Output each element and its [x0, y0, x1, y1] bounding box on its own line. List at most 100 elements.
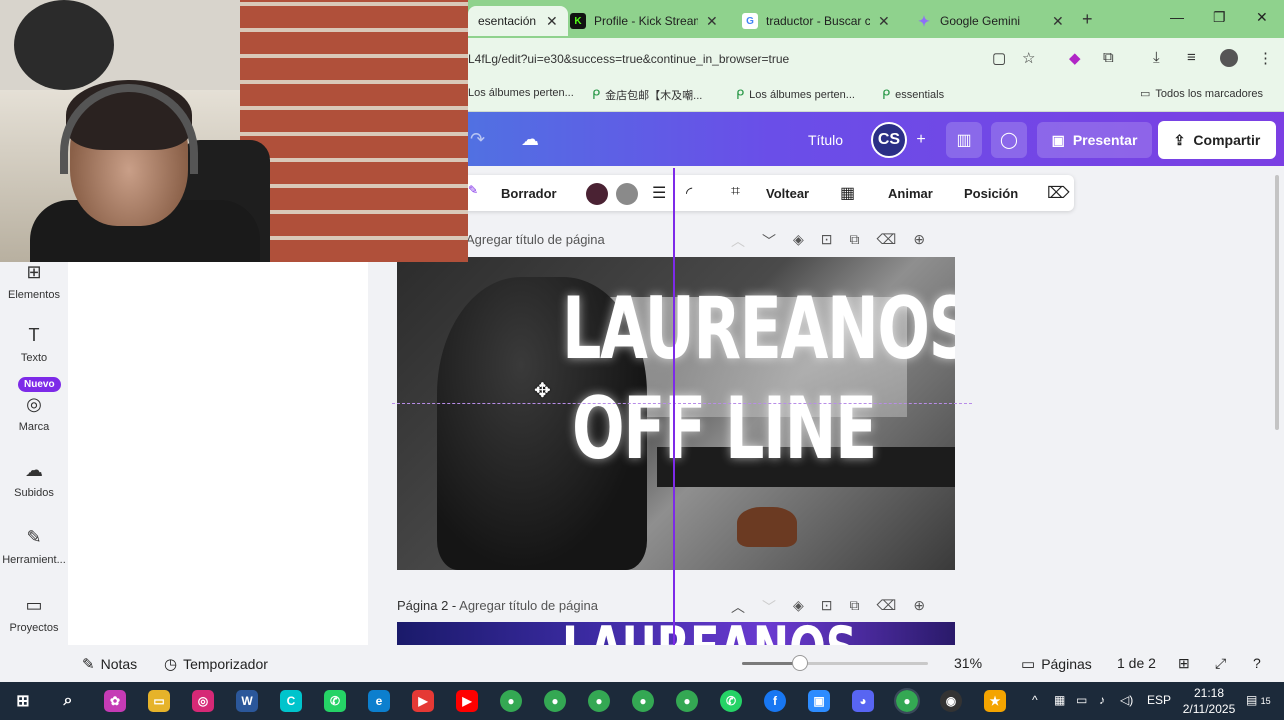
slide-subheading[interactable]: OFF LINE — [572, 379, 877, 479]
bookmark-item[interactable]: ᑭ 金店包邮【木及嘲... — [592, 87, 702, 103]
discord-icon[interactable]: ◕ — [852, 690, 874, 712]
chrome-icon[interactable]: ● — [544, 690, 566, 712]
obs-icon[interactable]: ◉ — [940, 690, 962, 712]
edge-icon[interactable]: e — [368, 690, 390, 712]
brush-icon[interactable]: ✎ — [468, 183, 478, 197]
duplicate-icon[interactable]: ⧉ — [850, 231, 860, 251]
corner-rounding-icon[interactable]: ◜ — [686, 183, 692, 203]
new-tab-button[interactable]: + — [1082, 9, 1093, 30]
sidebar-item-elements[interactable]: ⊞ Elementos — [0, 262, 68, 301]
copy-style-icon[interactable]: ⌦ — [1047, 183, 1070, 203]
chevron-up-icon[interactable]: ︿ — [731, 231, 745, 251]
share-button[interactable]: ⇪ Compartir — [1158, 121, 1276, 159]
add-page-icon[interactable]: ⊕ — [913, 231, 925, 251]
all-bookmarks[interactable]: ▭ Todos los marcadores — [1140, 87, 1263, 101]
add-collaborator-button[interactable]: + — [911, 122, 931, 158]
whatsapp-icon[interactable]: ✆ — [720, 690, 742, 712]
volume-icon[interactable]: ◁) — [1120, 693, 1133, 707]
slide-heading[interactable]: LAUREANOS — [562, 279, 955, 379]
profile-avatar[interactable] — [1220, 49, 1238, 67]
position-button[interactable]: Posición — [964, 186, 1018, 201]
tab-kick[interactable]: K Profile - Kick Streamin ✕ — [560, 6, 730, 36]
cloud-save-icon[interactable]: ☁ — [521, 129, 539, 150]
instagram-icon[interactable]: ◎ — [192, 690, 214, 712]
download-icon[interactable]: ⤓ — [1153, 49, 1160, 66]
flip-button[interactable]: Voltear — [766, 186, 809, 201]
extension-diamond-icon[interactable]: ◆ — [1069, 49, 1081, 67]
grid-view-icon[interactable]: ⊞ — [1178, 655, 1190, 672]
bookmark-item[interactable]: ᑭ Los álbumes perten... — [736, 87, 855, 103]
chrome-icon[interactable]: ● — [632, 690, 654, 712]
file-explorer-icon[interactable]: ▭ — [148, 690, 170, 712]
chrome-icon[interactable]: ● — [676, 690, 698, 712]
trash-icon[interactable]: ⌫ — [877, 597, 897, 617]
canva-app-icon[interactable]: C — [280, 690, 302, 712]
present-button[interactable]: ▣ Presentar — [1037, 122, 1152, 158]
tray-app-icon[interactable]: ▦ — [1054, 693, 1065, 707]
tab-google[interactable]: G traductor - Buscar co ✕ — [732, 6, 902, 36]
media-player-icon[interactable]: ▶ — [412, 690, 434, 712]
bookmark-item[interactable]: Los álbumes perten... — [468, 87, 574, 99]
phone-icon[interactable]: ✆ — [324, 690, 346, 712]
close-icon[interactable]: ✕ — [1052, 13, 1064, 30]
bookmark-item[interactable]: ᑭ essentials — [882, 87, 944, 103]
close-icon[interactable]: ✕ — [878, 13, 890, 30]
chrome-active-icon[interactable]: ● — [894, 688, 920, 714]
sidebar-item-brand[interactable]: ◎ Marca — [0, 394, 68, 433]
pages-button[interactable]: ▭ Páginas — [1021, 655, 1092, 673]
chevron-down-icon[interactable]: ﹀ — [762, 231, 776, 251]
game-icon[interactable]: ★ — [984, 690, 1006, 712]
youtube-icon[interactable]: ▶ — [456, 690, 478, 712]
word-icon[interactable]: W — [236, 690, 258, 712]
facebook-icon[interactable]: f — [764, 690, 786, 712]
chevron-down-icon[interactable]: ﹀ — [762, 597, 776, 617]
zoom-slider-handle[interactable] — [792, 655, 808, 671]
sidebar-item-text[interactable]: T Texto — [0, 325, 68, 364]
notifications-icon[interactable]: ▤ 15 — [1246, 693, 1271, 707]
chrome-icon[interactable]: ● — [588, 690, 610, 712]
transparency-icon[interactable]: ▦ — [840, 183, 855, 203]
scrollbar[interactable] — [1275, 175, 1279, 430]
zoom-level[interactable]: 31% — [954, 655, 982, 671]
microphone-icon[interactable]: ♪ — [1099, 693, 1105, 707]
search-icon[interactable]: ⌕ — [57, 690, 79, 712]
lock-icon[interactable]: ⊡ — [821, 231, 833, 251]
clipboard-icon[interactable]: ▢ — [992, 49, 1006, 67]
design-title[interactable]: Título — [808, 132, 843, 148]
avatar[interactable]: CS — [871, 122, 907, 158]
notes-button[interactable]: ✎ Notas — [82, 655, 137, 673]
hide-icon[interactable]: ◈ — [793, 231, 804, 251]
bookmark-star-icon[interactable]: ☆ — [1022, 49, 1035, 67]
zoom-app-icon[interactable]: ▣ — [808, 690, 830, 712]
duplicate-icon[interactable]: ⧉ — [850, 597, 860, 617]
sidebar-item-projects[interactable]: ▭ Proyectos — [0, 595, 68, 634]
close-icon[interactable]: ✕ — [546, 13, 558, 30]
display-icon[interactable]: ▭ — [1076, 693, 1087, 707]
chevron-up-icon[interactable]: ︿ — [731, 597, 745, 617]
animate-button[interactable]: Animar — [888, 186, 933, 201]
timer-button[interactable]: ◷ Temporizador — [164, 655, 268, 673]
page-2-title[interactable]: Página 2 - Agregar título de página — [397, 598, 598, 613]
tray-expand-icon[interactable]: ^ — [1032, 693, 1038, 707]
slide-1-canvas[interactable]: LAUREANOS OFF LINE — [397, 257, 955, 570]
copilot-icon[interactable]: ✿ — [104, 690, 126, 712]
crop-icon[interactable]: ⌗ — [731, 183, 740, 201]
restore-icon[interactable]: ❐ — [1213, 9, 1226, 26]
lock-icon[interactable]: ⊡ — [821, 597, 833, 617]
tab-canva[interactable]: esentación ✕ — [468, 6, 568, 36]
redo-icon[interactable]: ↷ — [470, 129, 485, 150]
chrome-icon[interactable]: ● — [500, 690, 522, 712]
comment-icon[interactable]: ◯ — [991, 122, 1027, 158]
eraser-button[interactable]: Borrador — [501, 186, 557, 201]
language-indicator[interactable]: ESP — [1147, 693, 1171, 707]
analytics-icon[interactable]: ▥ — [946, 122, 982, 158]
color-swatch-dark[interactable] — [586, 183, 608, 205]
page-1-title[interactable]: Agregar título de página — [466, 232, 605, 247]
fullscreen-icon[interactable]: ⤢ — [1215, 655, 1226, 672]
add-page-icon[interactable]: ⊕ — [913, 597, 925, 617]
system-clock[interactable]: 21:18 2/11/2025 — [1178, 685, 1240, 717]
trash-icon[interactable]: ⌫ — [877, 231, 897, 251]
sidebar-item-uploads[interactable]: ☁ Subidos — [0, 460, 68, 499]
menu-icon[interactable]: ⋮ — [1258, 49, 1273, 67]
url-field[interactable]: L4fLg/edit?ui=e30&success=true&continue_… — [468, 52, 789, 66]
